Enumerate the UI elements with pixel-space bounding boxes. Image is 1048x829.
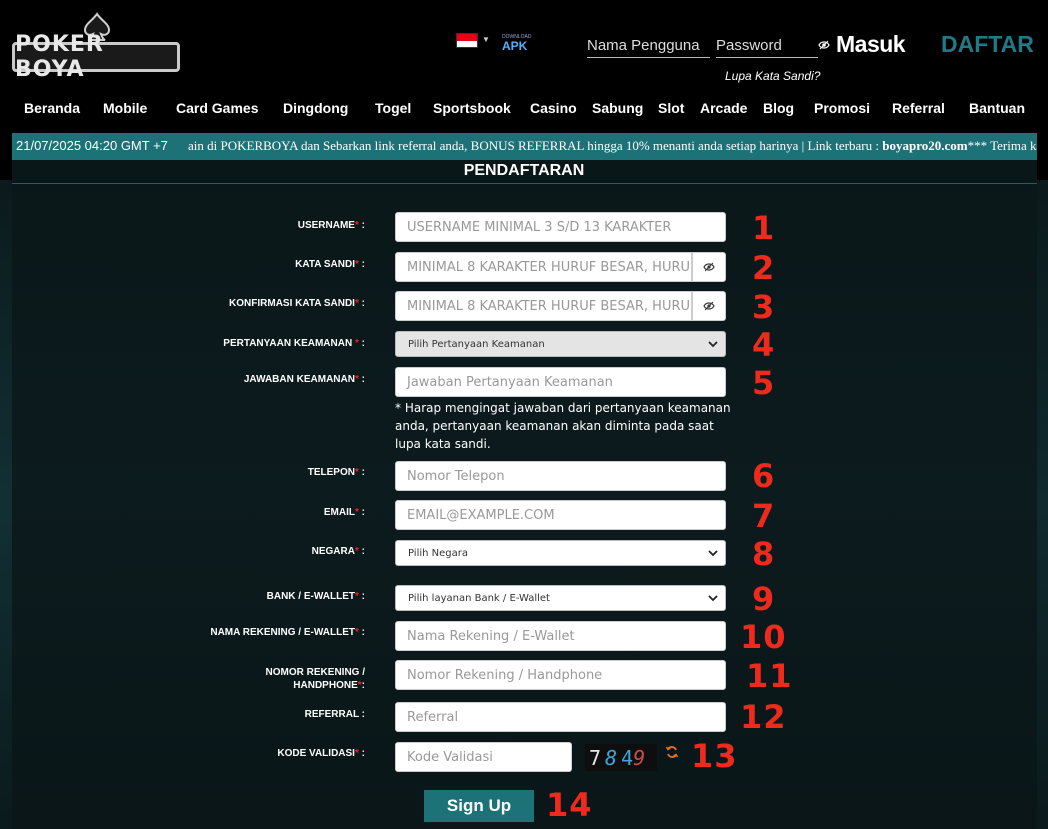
nav-item-togel[interactable]: Togel xyxy=(375,100,411,116)
annotation-number-6: 6 xyxy=(752,457,776,495)
account-name-label: NAMA REKENING / E-WALLET* : xyxy=(210,627,365,638)
language-dropdown-icon[interactable]: ▼ xyxy=(482,35,490,44)
apk-download-button[interactable]: DOWNLOAD APK xyxy=(502,34,534,54)
annotation-number-14: 14 xyxy=(546,786,593,824)
security-question-select[interactable]: Pilih Pertanyaan Keamanan xyxy=(395,331,726,357)
toggle-confirm-password-visibility-button[interactable] xyxy=(692,291,726,321)
eye-slash-icon xyxy=(703,301,715,311)
annotation-number-3: 3 xyxy=(752,288,776,326)
title-divider xyxy=(12,183,1037,184)
main-nav: Beranda Mobile Card Games Dingdong Togel… xyxy=(0,98,1048,122)
security-note: * Harap mengingat jawaban dari pertanyaa… xyxy=(395,401,731,451)
captcha-input[interactable]: Kode Validasi xyxy=(395,742,572,772)
nav-item-blog[interactable]: Blog xyxy=(763,100,794,116)
annotation-number-12: 12 xyxy=(740,698,787,736)
nav-item-sportsbook[interactable]: Sportsbook xyxy=(433,100,511,116)
register-button[interactable]: DAFTAR xyxy=(941,31,1034,58)
annotation-number-10: 10 xyxy=(740,618,787,656)
chevron-down-icon xyxy=(708,595,718,602)
country-label: NEGARA* : xyxy=(311,546,365,557)
login-password-input[interactable] xyxy=(716,34,818,58)
nav-item-beranda[interactable]: Beranda xyxy=(24,100,80,116)
nav-item-casino[interactable]: Casino xyxy=(530,100,577,116)
nav-item-slot[interactable]: Slot xyxy=(658,100,684,116)
nav-item-promosi[interactable]: Promosi xyxy=(814,100,870,116)
annotation-number-8: 8 xyxy=(752,535,776,573)
account-name-input[interactable]: Nama Rekening / E-Wallet xyxy=(395,621,726,651)
security-question-label: PERTANYAAN KEAMANAN * : xyxy=(223,338,365,349)
site-logo[interactable]: POKER BOYA xyxy=(12,12,180,82)
eye-slash-icon xyxy=(703,262,715,272)
annotation-number-5: 5 xyxy=(752,364,776,402)
confirm-password-label: KONFIRMASI KATA SANDI* : xyxy=(229,298,365,309)
username-input[interactable]: USERNAME MINIMAL 3 S/D 13 KARAKTER xyxy=(395,212,726,242)
nav-item-sabung[interactable]: Sabung xyxy=(592,100,643,116)
password-input[interactable]: MINIMAL 8 KARAKTER HURUF BESAR, HURUF K xyxy=(395,252,692,282)
phone-input[interactable]: Nomor Telepon xyxy=(395,461,726,491)
ticker-message: ain di POKERBOYA dan Sebarkan link refer… xyxy=(188,138,1037,153)
annotation-number-2: 2 xyxy=(752,249,776,287)
security-answer-label: JAWABAN KEAMANAN* : xyxy=(243,374,365,385)
apk-label: APK xyxy=(502,39,528,53)
nav-item-card-games[interactable]: Card Games xyxy=(176,100,258,116)
email-input[interactable]: EMAIL@EXAMPLE.COM xyxy=(395,500,726,530)
chevron-down-icon xyxy=(708,550,718,557)
referral-input[interactable]: Referral xyxy=(395,702,726,732)
account-number-input[interactable]: Nomor Rekening / Handphone xyxy=(395,660,726,690)
captcha-label: KODE VALIDASI* : xyxy=(277,748,365,759)
annotation-number-13: 13 xyxy=(691,737,738,775)
captcha-image: 7 8 4 9 xyxy=(585,744,657,771)
ticker-date: 21/07/2025 04:20 GMT +7 xyxy=(16,138,168,153)
annotation-number-1: 1 xyxy=(752,209,776,247)
chevron-down-icon xyxy=(708,341,718,348)
login-button[interactable]: Masuk xyxy=(836,31,906,58)
username-label: USERNAME* : xyxy=(297,220,365,231)
page-title: PENDAFTARAN xyxy=(463,162,585,179)
security-answer-input[interactable]: Jawaban Pertanyaan Keamanan xyxy=(395,367,726,397)
logo-text: POKER BOYA xyxy=(12,32,180,82)
account-number-label: NOMOR REKENING / HANDPHONE*: xyxy=(265,667,365,691)
nav-item-arcade[interactable]: Arcade xyxy=(700,100,747,116)
toggle-password-visibility-button[interactable] xyxy=(692,252,726,282)
refresh-captcha-icon[interactable] xyxy=(665,745,679,759)
email-label: EMAIL* : xyxy=(323,507,365,518)
bank-label: BANK / E-WALLET* : xyxy=(266,591,365,602)
nav-item-mobile[interactable]: Mobile xyxy=(103,100,147,116)
nav-item-dingdong[interactable]: Dingdong xyxy=(283,100,348,116)
show-password-icon[interactable] xyxy=(818,40,830,50)
annotation-number-4: 4 xyxy=(752,326,776,364)
news-ticker: 21/07/2025 04:20 GMT +7 ain di POKERBOYA… xyxy=(12,133,1037,160)
annotation-number-9: 9 xyxy=(752,580,776,618)
annotation-number-11: 11 xyxy=(746,657,793,695)
confirm-password-input[interactable]: MINIMAL 8 KARAKTER HURUF BESAR, HURUF K xyxy=(395,291,692,321)
nav-item-bantuan[interactable]: Bantuan xyxy=(969,100,1025,116)
nav-item-referral[interactable]: Referral xyxy=(892,100,945,116)
forgot-password-link[interactable]: Lupa Kata Sandi? xyxy=(725,69,820,83)
login-username-input[interactable] xyxy=(587,34,710,58)
bank-select[interactable]: Pilih layanan Bank / E-Wallet xyxy=(395,585,726,611)
password-label: KATA SANDI* : xyxy=(295,259,365,270)
referral-label: REFERRAL : xyxy=(304,709,365,720)
header: POKER BOYA ▼ DOWNLOAD APK Masuk DAFTAR L… xyxy=(0,0,1048,92)
sign-up-button[interactable]: Sign Up xyxy=(424,790,534,822)
ticker-link[interactable]: boyapro20.com xyxy=(882,138,967,153)
indonesia-flag-icon[interactable] xyxy=(456,33,478,48)
annotation-number-7: 7 xyxy=(752,497,776,535)
phone-label: TELEPON* : xyxy=(307,467,365,478)
country-select[interactable]: Pilih Negara xyxy=(395,540,726,566)
